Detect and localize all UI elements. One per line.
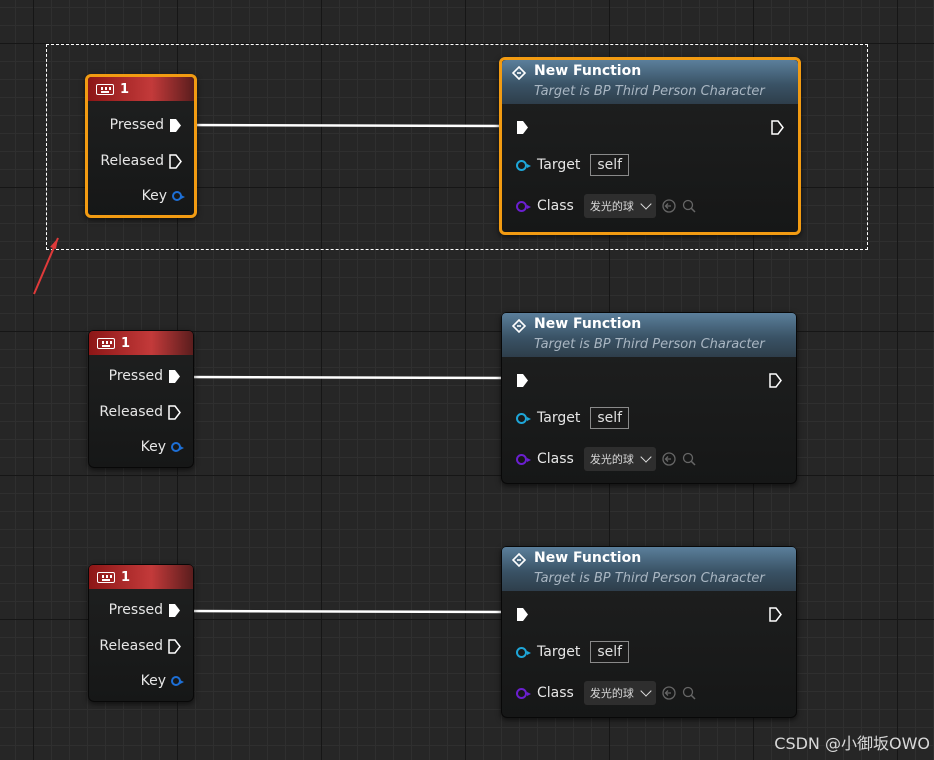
target-value-field[interactable]: self <box>590 407 630 429</box>
key-event-node[interactable]: 1 Pressed Released Key <box>88 564 194 702</box>
exec-in-pin-icon[interactable] <box>516 607 529 622</box>
exec-pin-icon[interactable] <box>168 404 181 420</box>
selection-cursor-icon <box>33 237 59 295</box>
pressed-label: Pressed <box>108 368 163 384</box>
pressed-pin[interactable]: Pressed <box>109 602 181 618</box>
function-icon <box>512 319 526 333</box>
struct-pin-icon[interactable] <box>171 442 184 452</box>
function-subtitle: Target is BP Third Person Character <box>534 571 765 586</box>
function-node-header: New Function Target is BP Third Person C… <box>502 313 796 357</box>
key-label: Key <box>140 439 166 455</box>
browse-asset-icon[interactable] <box>682 686 696 700</box>
function-subtitle: Target is BP Third Person Character <box>534 337 765 352</box>
target-pin-row: Target self <box>516 407 630 429</box>
class-pin-icon[interactable] <box>516 453 531 465</box>
chevron-down-icon <box>640 685 652 697</box>
keyboard-icon <box>97 571 115 583</box>
target-pin-icon[interactable] <box>516 412 531 424</box>
class-label: Class <box>537 685 574 701</box>
class-pin-row: Class 发光的球 <box>516 447 696 471</box>
target-pin-row: Target self <box>516 641 630 663</box>
exec-in-pin-icon[interactable] <box>516 373 529 388</box>
key-node-header: 1 <box>89 331 193 355</box>
pressed-label: Pressed <box>108 602 163 618</box>
function-title: New Function <box>534 316 642 332</box>
chevron-down-icon <box>640 451 652 463</box>
released-label: Released <box>99 404 163 420</box>
marquee-selection <box>46 44 868 250</box>
use-selected-asset-icon[interactable] <box>662 686 676 700</box>
function-node-header: New Function Target is BP Third Person C… <box>502 547 796 591</box>
target-pin-icon[interactable] <box>516 646 531 658</box>
key-node-title: 1 <box>121 335 131 351</box>
class-dropdown-value: 发光的球 <box>589 453 634 466</box>
exec-pin-icon[interactable] <box>168 638 181 654</box>
target-label: Target <box>537 644 581 660</box>
key-label: Key <box>140 673 166 689</box>
exec-out-pin-icon[interactable] <box>769 373 782 388</box>
exec-wire[interactable] <box>183 375 509 380</box>
target-label: Target <box>537 410 581 426</box>
exec-wire[interactable] <box>183 609 509 614</box>
use-selected-asset-icon[interactable] <box>662 452 676 466</box>
keyboard-icon <box>97 337 115 349</box>
class-pin-row: Class 发光的球 <box>516 681 696 705</box>
key-node-title: 1 <box>121 569 131 585</box>
class-pin-icon[interactable] <box>516 687 531 699</box>
pressed-pin[interactable]: Pressed <box>109 368 181 384</box>
exec-out-pin-icon[interactable] <box>769 607 782 622</box>
target-value-field[interactable]: self <box>590 641 630 663</box>
class-dropdown[interactable]: 发光的球 <box>583 681 656 705</box>
watermark: CSDN @小御坂OWO <box>774 734 930 753</box>
struct-pin-icon[interactable] <box>171 676 184 686</box>
exec-pin-icon[interactable] <box>168 369 181 384</box>
function-title: New Function <box>534 550 642 566</box>
function-call-node[interactable]: New Function Target is BP Third Person C… <box>501 312 797 484</box>
key-pin[interactable]: Key <box>140 673 184 689</box>
key-node-header: 1 <box>89 565 193 589</box>
released-label: Released <box>99 638 163 654</box>
key-event-node[interactable]: 1 Pressed Released Key <box>88 330 194 468</box>
function-call-node[interactable]: New Function Target is BP Third Person C… <box>501 546 797 718</box>
key-pin[interactable]: Key <box>140 439 184 455</box>
class-label: Class <box>537 451 574 467</box>
released-pin[interactable]: Released <box>99 638 181 654</box>
function-icon <box>512 553 526 567</box>
class-dropdown[interactable]: 发光的球 <box>583 447 656 471</box>
released-pin[interactable]: Released <box>99 404 181 420</box>
exec-pin-icon[interactable] <box>168 603 181 618</box>
browse-asset-icon[interactable] <box>682 452 696 466</box>
class-dropdown-value: 发光的球 <box>589 687 634 700</box>
